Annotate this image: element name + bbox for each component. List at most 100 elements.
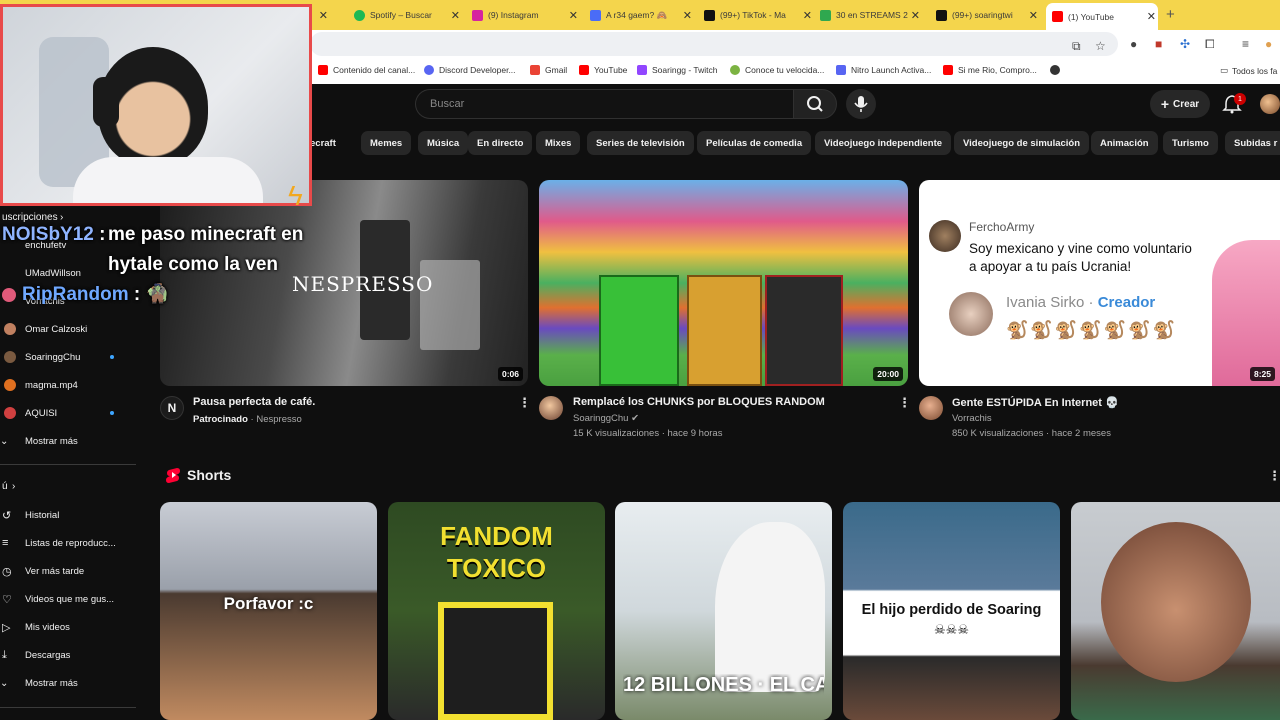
chip[interactable]: Mixes: [536, 131, 581, 155]
search-button[interactable]: [793, 89, 837, 119]
voice-search-button[interactable]: [846, 89, 876, 119]
bookmarks-folder[interactable]: ▭ Todos los fa: [1220, 65, 1277, 76]
sidebar-item-downloads[interactable]: ⤓ Descargas: [0, 645, 150, 665]
short-thumbnail[interactable]: El hijo perdido de Soaring ☠☠☠: [843, 502, 1060, 720]
channel-avatar[interactable]: [919, 396, 943, 420]
you-section-title[interactable]: ú: [2, 481, 8, 492]
bookmark-item[interactable]: Discord Developer...: [424, 65, 516, 75]
download-icon: ⤓: [2, 648, 7, 661]
sidebar-item-liked[interactable]: ♡ Videos que me gus...: [0, 589, 150, 609]
browser-tab-partial[interactable]: ✕: [310, 4, 330, 26]
browser-tab[interactable]: (99+) TikTok - Ma ✕: [704, 4, 814, 26]
chip[interactable]: Videojuego de simulación: [954, 131, 1090, 155]
nespresso-logo-icon[interactable]: N: [160, 396, 184, 420]
chip[interactable]: En directo: [468, 131, 533, 155]
account-avatar[interactable]: [1260, 94, 1280, 114]
close-tab-icon[interactable]: ✕: [683, 9, 692, 22]
chip[interactable]: Animación: [1091, 131, 1158, 155]
sidebar-item-my-videos[interactable]: ▷ Mis videos: [0, 617, 150, 637]
sidebar-item-playlists[interactable]: ≡ Listas de reproducc...: [0, 533, 150, 553]
sidebar-subscription[interactable]: SoaringgChu: [0, 347, 150, 367]
browser-tab[interactable]: (9) Instagram ✕: [472, 4, 580, 26]
profile-icon[interactable]: ●: [1265, 37, 1272, 51]
sidebar-subscription[interactable]: AQUISI: [0, 403, 150, 423]
video-thumbnail[interactable]: 20:00: [539, 180, 908, 386]
sidebar-item-watch-later[interactable]: ◷ Ver más tarde: [0, 561, 150, 581]
short-thumbnail[interactable]: [1071, 502, 1280, 720]
sidebar-show-more[interactable]: ⌄ Mostrar más: [0, 431, 150, 451]
channel-avatar: [4, 323, 16, 335]
bookmark-item[interactable]: Nitro Launch Activa...: [836, 65, 931, 75]
tweet-avatar: [929, 220, 961, 252]
close-tab-icon[interactable]: ✕: [1029, 9, 1038, 22]
more-options-icon[interactable]: ⋮: [518, 395, 531, 411]
video-channel[interactable]: SoaringgChu ✔: [573, 413, 639, 424]
thumbs-up-icon: ♡: [2, 593, 12, 606]
more-options-icon[interactable]: ⋮: [898, 395, 911, 411]
chip[interactable]: Música: [418, 131, 469, 155]
new-tab-icon[interactable]: +: [1166, 6, 1175, 23]
address-bar[interactable]: ⧉ ☆: [310, 32, 1118, 56]
bookmark-item[interactable]: Soaringg - Twitch: [637, 65, 718, 75]
chip[interactable]: Películas de comedia: [697, 131, 812, 155]
extension-icon[interactable]: ●: [1130, 37, 1137, 51]
sidebar-item-label: Videos que me gus...: [25, 593, 115, 605]
close-tab-icon[interactable]: ✕: [803, 9, 812, 22]
video-channel[interactable]: Patrocinado · Nespresso: [193, 414, 302, 425]
divider: [0, 464, 136, 465]
video-channel[interactable]: Vorrachis: [952, 413, 992, 424]
install-app-icon[interactable]: ⧉: [1072, 39, 1081, 54]
chat-message: NOISbY12 :: [2, 224, 106, 245]
browser-tab[interactable]: (99+) soaringtwi ✕: [936, 4, 1040, 26]
video-thumbnail[interactable]: NESPRESSO 0:06: [160, 180, 528, 386]
short-thumbnail[interactable]: FANDOM TOXICO: [388, 502, 605, 720]
short-thumbnail[interactable]: 12 BILLONES · EL CABALLO: [615, 502, 832, 720]
sidebar-subscription[interactable]: magma.mp4: [0, 375, 150, 395]
channel-name: · Nespresso: [247, 414, 302, 425]
extension-icon[interactable]: ■: [1155, 37, 1162, 51]
sidebar-subscription[interactable]: Omar Calzoski: [0, 319, 150, 339]
video-title[interactable]: Gente ESTÚPIDA En Internet 💀: [952, 396, 1119, 409]
chip[interactable]: Videojuego independiente: [815, 131, 952, 155]
bookmark-item[interactable]: Contenido del canal...: [318, 65, 415, 75]
chevron-right-icon: ›: [12, 481, 16, 492]
bookmark-item[interactable]: Gmail: [530, 65, 567, 75]
chip[interactable]: Subidas r: [1225, 131, 1280, 155]
browser-tab[interactable]: A r34 gaem? 🙈 ✕: [590, 4, 694, 26]
media-icon[interactable]: ≡: [1242, 37, 1249, 51]
browser-tab-active[interactable]: (1) YouTube ✕: [1046, 3, 1158, 30]
sheets-icon: [820, 9, 831, 21]
browser-tab[interactable]: Spotify – Buscar ✕: [354, 4, 462, 26]
close-tab-icon[interactable]: ✕: [569, 9, 578, 22]
bookmark-star-icon[interactable]: ☆: [1095, 39, 1106, 53]
short-thumbnail[interactable]: Porfavor :c: [160, 502, 377, 720]
browser-tab[interactable]: 30 en STREAMS 2 ✕: [820, 4, 922, 26]
extension-icon[interactable]: ✣: [1180, 37, 1190, 51]
chip[interactable]: Series de televisión: [587, 131, 694, 155]
bookmark-item[interactable]: Si me Rio, Compro...: [943, 65, 1037, 75]
bookmark-item[interactable]: Conoce tu velocida...: [730, 65, 824, 75]
patrick-star-image: [1212, 240, 1280, 386]
video-title[interactable]: Remplacé los CHUNKS por BLOQUES RANDOM: [573, 396, 825, 408]
channel-avatar[interactable]: [539, 396, 563, 420]
search-input[interactable]: Buscar: [415, 89, 793, 119]
chip[interactable]: ecraft: [310, 131, 345, 155]
chat-message-text: 🧌: [145, 284, 170, 305]
video-thumbnail[interactable]: FerchoArmy Soy mexicano y vine como volu…: [919, 180, 1280, 386]
bookmark-item[interactable]: [1050, 65, 1065, 75]
create-button[interactable]: + Crear: [1150, 90, 1210, 118]
chip[interactable]: Turismo: [1163, 131, 1218, 155]
chip[interactable]: Memes: [361, 131, 412, 155]
video-title[interactable]: Pausa perfecta de café.: [193, 396, 315, 408]
puzzle-icon[interactable]: ⧠: [1205, 37, 1215, 52]
chat-badge-icon: [2, 288, 16, 302]
close-tab-icon[interactable]: ✕: [451, 9, 460, 22]
bookmark-item[interactable]: YouTube: [579, 65, 627, 75]
streamer-webcam-overlay: [0, 4, 312, 206]
close-tab-icon[interactable]: ✕: [1147, 10, 1156, 23]
chat-message: RipRandom : 🧌: [22, 284, 170, 305]
sidebar-item-history[interactable]: ↺ Historial: [0, 505, 150, 525]
close-tab-icon[interactable]: ✕: [911, 9, 920, 22]
sidebar-show-more[interactable]: ⌄ Mostrar más: [0, 673, 150, 693]
more-options-icon[interactable]: ⋮: [1268, 468, 1280, 484]
